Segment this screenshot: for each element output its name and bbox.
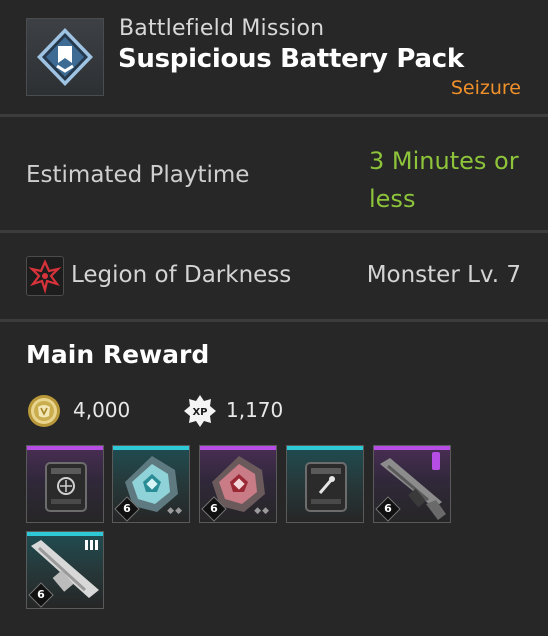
reward-item-slot[interactable]: 6 ◆◆ [112,445,190,523]
reward-item-slot[interactable]: 6 ◆◆ [199,445,277,523]
item-level: 6 [384,502,392,515]
playtime-value: 3 Minutes or less [369,142,534,218]
divider [0,230,548,233]
reward-item-slot[interactable]: 6 [26,531,104,609]
legion-emblem-icon [26,256,64,296]
item-grade-dots: ◆◆ [167,506,183,516]
cyan-crate-icon [305,462,347,512]
gold-amount: 4,000 [73,398,131,422]
faction-name: Legion of Darkness [71,262,292,288]
chevron-rank-icon [26,18,104,96]
xp-badge-label: XP [192,407,207,418]
divider [0,319,548,322]
playtime-label: Estimated Playtime [26,162,250,188]
playtime-value-line1: 3 Minutes or [369,147,519,175]
gold-coin-icon [27,394,61,428]
item-level: 6 [210,502,218,515]
mission-category: Battlefield Mission [119,16,325,41]
xp-amount: 1,170 [226,398,284,422]
reward-item-slot[interactable] [26,445,104,523]
reward-item-slot[interactable]: 6 [373,445,451,523]
mission-info-panel: Battlefield Mission Suspicious Battery P… [0,0,548,636]
mission-title: Suspicious Battery Pack [118,44,464,74]
item-grade-dots: ◆◆ [254,506,270,516]
reward-item-slot[interactable] [286,445,364,523]
reward-heading: Main Reward [26,340,210,369]
purple-crate-icon [45,462,87,512]
item-level: 6 [123,502,131,515]
playtime-value-line2: less [369,185,416,213]
mission-type-tag: Seizure [450,77,521,99]
xp-badge-icon: XP [183,394,217,428]
divider [0,114,548,117]
monster-level: Monster Lv. 7 [366,262,521,288]
item-level: 6 [37,588,45,601]
